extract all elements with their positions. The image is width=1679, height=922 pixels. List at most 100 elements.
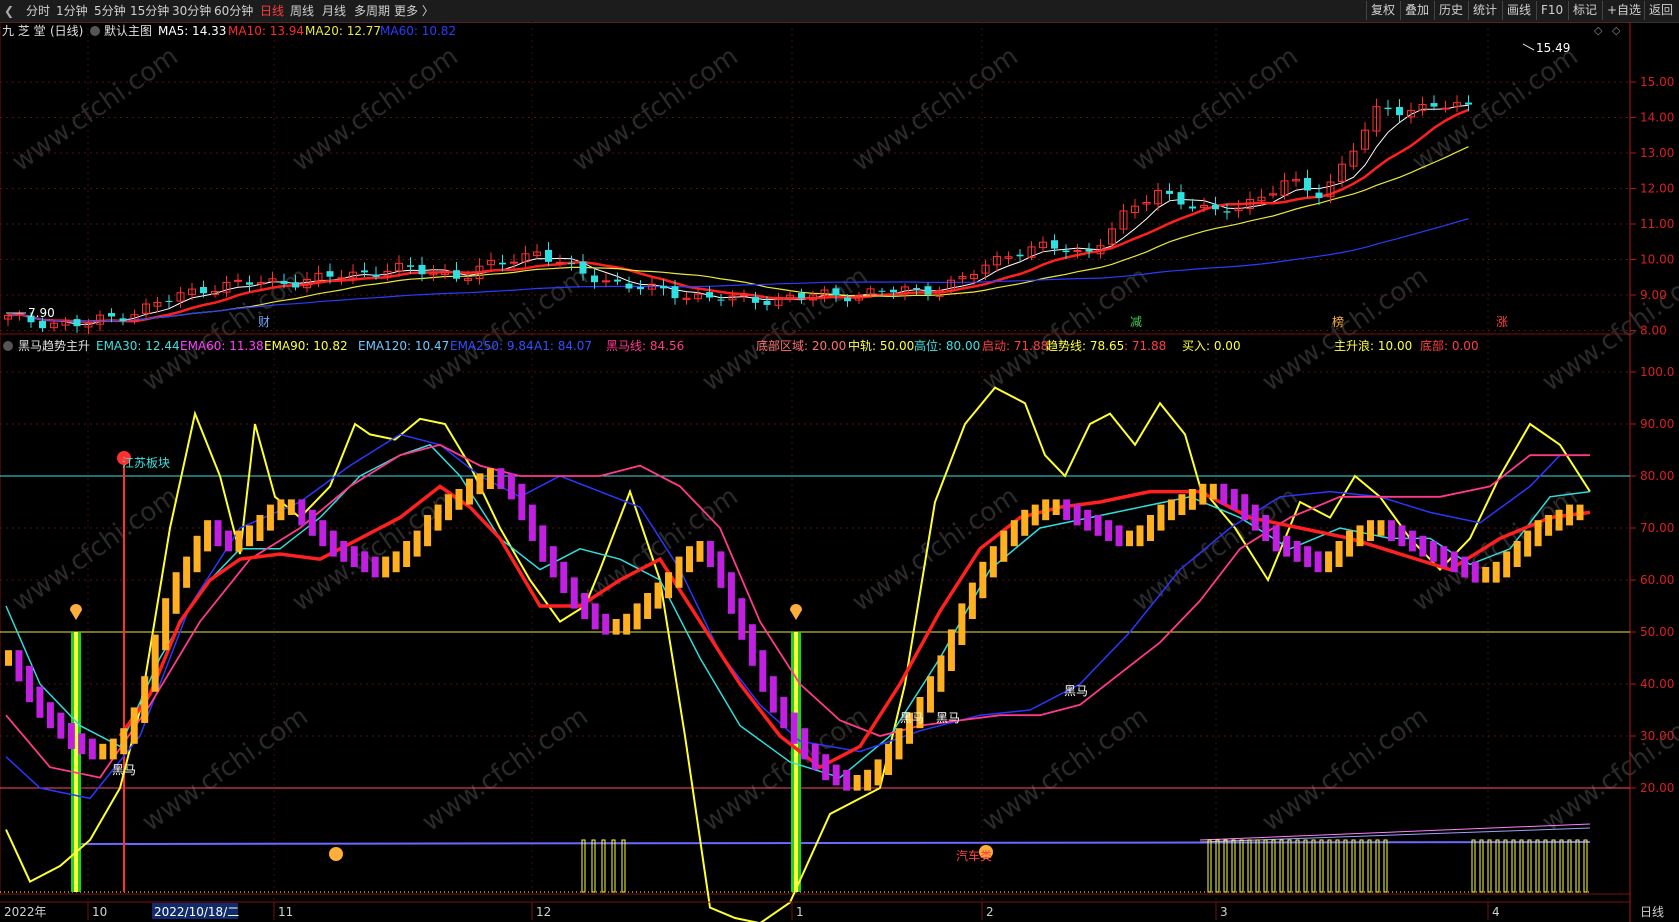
- main-indicator-name[interactable]: 默认主图: [104, 23, 152, 38]
- candle-body: [1051, 240, 1058, 249]
- sub-indicator-name[interactable]: 黑马趋势主升: [18, 339, 90, 353]
- sub-y-label: 60.00: [1640, 573, 1674, 587]
- ma5-value: MA5: 14.33: [158, 24, 226, 38]
- candlesticks: [4, 95, 1472, 335]
- trend-step-bar: [5, 650, 12, 666]
- period-tab-60min[interactable]: 60分钟: [214, 2, 253, 20]
- trend-step-bar: [518, 483, 526, 521]
- period-label[interactable]: 日线: [1640, 905, 1664, 919]
- period-tab-more[interactable]: 更多 〉: [394, 2, 434, 20]
- trend-step-bar: [947, 629, 955, 671]
- chart-canvas[interactable]: www.cfchi.com www.cfchi.com www.cfchi.com w…: [0, 22, 1679, 922]
- candle-body: [844, 297, 851, 302]
- trend-step-bar: [162, 598, 170, 651]
- trend-step-bar: [685, 546, 693, 573]
- period-tab-monthly[interactable]: 月线: [322, 2, 346, 20]
- candle-body: [280, 280, 288, 284]
- mark-button[interactable]: 标记: [1568, 1, 1601, 20]
- ema60-value: EMA60: 11.38: [180, 339, 264, 353]
- period-tab-weekly[interactable]: 周线: [290, 2, 314, 20]
- trend-step-bar: [465, 478, 473, 505]
- volume-bar: [591, 839, 596, 893]
- sub-collapse-icon[interactable]: [3, 341, 13, 351]
- event-marker-limit-up[interactable]: 涨: [1496, 314, 1508, 329]
- watermark-text: www.cfchi.com: [7, 41, 184, 177]
- trend-step-bar: [1471, 561, 1479, 583]
- candle-body: [119, 318, 127, 322]
- trend-step-bar: [1105, 520, 1113, 541]
- trend-step-bar: [822, 754, 830, 781]
- main-y-label: 13.00: [1640, 146, 1674, 160]
- panel-menu-icon[interactable]: ◇: [1612, 24, 1621, 37]
- trend-step-bar: [1199, 483, 1207, 505]
- main-y-label: 14.00: [1640, 111, 1674, 125]
- sub-y-label: 70.00: [1640, 521, 1674, 535]
- volume-bar: [1503, 839, 1508, 893]
- sub-y-label: 50.00: [1640, 625, 1674, 639]
- main-wave-value: 主升浪: 10.00: [1334, 338, 1412, 353]
- back-arrow-icon[interactable]: ❮: [4, 2, 14, 20]
- event-marker-list[interactable]: 榜: [1332, 314, 1344, 329]
- trend-step-bar: [675, 556, 683, 588]
- trend-step-bar: [1513, 541, 1521, 567]
- volume-bar: [1567, 839, 1572, 893]
- ema90-value: EMA90: 10.82: [264, 339, 348, 353]
- add-favorite-button[interactable]: +自选: [1602, 1, 1645, 20]
- stats-button[interactable]: 统计: [1468, 1, 1501, 20]
- trend-step-bar: [361, 551, 369, 573]
- history-button[interactable]: 历史: [1434, 1, 1467, 20]
- event-marker-reduce[interactable]: 减: [1130, 315, 1142, 329]
- period-tab-daily[interactable]: 日线: [260, 2, 284, 20]
- candle-body: [706, 292, 713, 298]
- trend-step-bar: [141, 676, 149, 723]
- trend-step-bar: [989, 546, 997, 578]
- volume-bar: [611, 839, 616, 893]
- trend-step-bar: [1178, 494, 1186, 515]
- trend-step-bar: [1356, 525, 1364, 547]
- draw-button[interactable]: 画线: [1502, 1, 1535, 20]
- trend-step-bar: [1063, 499, 1071, 521]
- trend-step-bar: [1230, 489, 1238, 510]
- period-tab-multi[interactable]: 多周期: [354, 2, 390, 20]
- trend-step-bar: [1408, 530, 1416, 552]
- trend-step-bar: [706, 541, 714, 567]
- dark-horse-label-1: 黑马: [112, 763, 136, 777]
- trend-step-bar: [350, 546, 358, 567]
- candle-body: [798, 293, 805, 299]
- candle-body: [832, 288, 840, 296]
- trend-step-bar: [769, 676, 777, 713]
- trend-step-bar: [1346, 530, 1354, 557]
- period-tab-15min[interactable]: 15分钟: [130, 2, 169, 20]
- f10-button[interactable]: F10: [1536, 1, 1567, 20]
- candle-body: [671, 286, 679, 299]
- volume-bar: [1479, 839, 1484, 893]
- collapse-icon[interactable]: [90, 26, 100, 36]
- trend-step-bar: [1146, 515, 1154, 541]
- trend-step-bar: [403, 541, 411, 567]
- mid-band-value: 中轨: 50.00: [848, 338, 914, 353]
- period-tab-5min[interactable]: 5分钟: [94, 2, 126, 20]
- event-marker-finance[interactable]: 财: [258, 315, 270, 329]
- return-button[interactable]: 返回: [1644, 1, 1677, 20]
- trend-step-bar: [434, 504, 442, 531]
- period-tab-minute[interactable]: 分时: [26, 2, 50, 20]
- trend-step-bar: [1566, 504, 1574, 526]
- volume-bar: [1383, 839, 1388, 893]
- period-tab-1min[interactable]: 1分钟: [56, 2, 88, 20]
- period-tab-30min[interactable]: 30分钟: [172, 2, 211, 20]
- trend-step-bar: [99, 743, 107, 760]
- ma60-value: MA60: 10.82: [380, 24, 456, 38]
- trend-step-bar: [968, 582, 976, 619]
- moving-average-lines: [7, 104, 1469, 325]
- overlay-button[interactable]: 叠加: [1400, 1, 1433, 20]
- trend-step-bar: [204, 520, 212, 552]
- adjust-button[interactable]: 复权: [1366, 1, 1399, 20]
- volume-bar: [1535, 839, 1540, 893]
- diamond-icon[interactable]: ◇: [1594, 24, 1603, 37]
- trend-step-bar: [1325, 551, 1333, 573]
- trend-step-bar: [25, 665, 33, 703]
- trend-step-bar: [926, 676, 934, 713]
- trend-step-bar: [1283, 535, 1291, 557]
- volume-bar: [1359, 839, 1364, 893]
- trend-step-bar: [895, 728, 903, 760]
